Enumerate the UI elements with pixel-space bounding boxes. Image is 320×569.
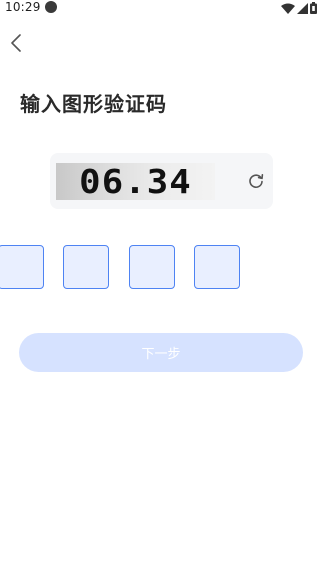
code-input-3[interactable]	[129, 245, 175, 289]
captcha-code: 06.34	[79, 163, 192, 200]
code-input-1[interactable]	[0, 245, 44, 289]
captcha-image[interactable]: 06.34	[56, 163, 215, 200]
notification-dot-icon	[45, 1, 57, 13]
status-time: 10:29	[5, 0, 41, 14]
status-icons	[281, 2, 317, 14]
code-input-2[interactable]	[63, 245, 109, 289]
back-button[interactable]	[6, 33, 26, 53]
signal-icon	[297, 2, 308, 14]
page-title: 输入图形验证码	[20, 92, 167, 116]
refresh-icon	[249, 174, 264, 188]
next-button[interactable]: 下一步	[19, 333, 303, 372]
refresh-captcha-button[interactable]	[246, 171, 266, 191]
captcha-container: 06.34	[50, 153, 273, 209]
chevron-left-icon	[11, 34, 21, 52]
wifi-icon	[281, 3, 295, 14]
battery-icon	[310, 2, 317, 14]
status-bar: 10:29	[0, 0, 320, 16]
code-input-4[interactable]	[194, 245, 240, 289]
